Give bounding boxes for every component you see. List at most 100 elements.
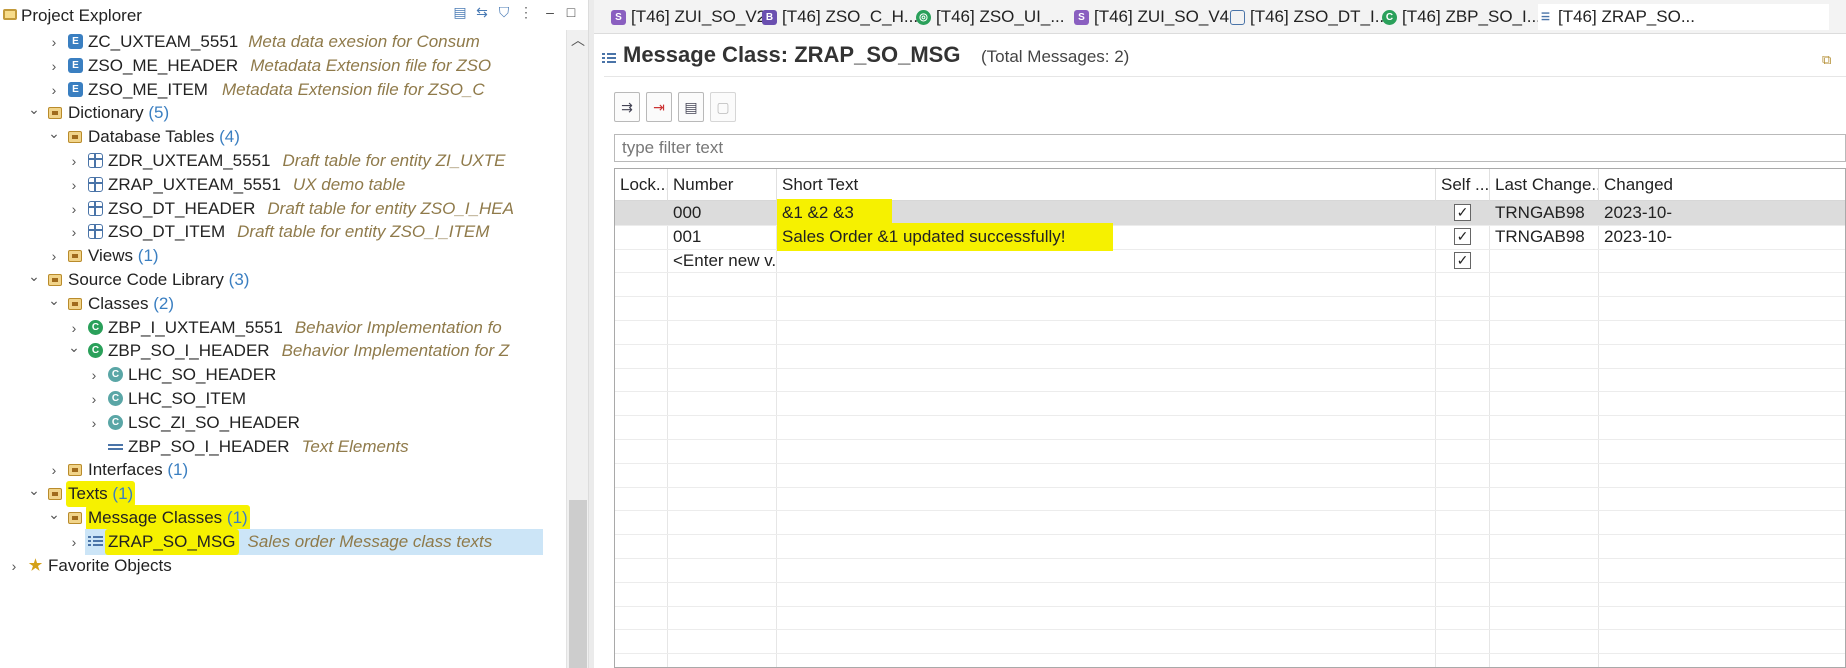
tree-item-interfaces[interactable]: › Interfaces (1) [0,457,566,483]
expand-chevron-icon[interactable]: › [66,148,82,174]
collapse-chevron-icon[interactable]: ⌄ [66,334,82,360]
project-explorer-title: Project Explorer [21,6,142,25]
collapse-chevron-icon[interactable]: ⌄ [46,287,62,313]
tree-item-classes[interactable]: ⌄ Classes (2) [0,291,566,317]
short-text-cell[interactable] [777,247,782,275]
expand-chevron-icon[interactable]: › [46,243,62,269]
filter-input[interactable] [614,134,1846,162]
column-header[interactable]: Last Change... [1490,169,1599,201]
last-changed-by-cell[interactable] [1490,247,1495,275]
metadata-extension-icon: E [68,82,83,97]
tree-item-text: Texts (1) [66,481,136,507]
tree-item-text: LHC_SO_ITEM [128,386,246,412]
editor-tab-4[interactable]: S [T46] ZUI_SO_V4 [1074,4,1229,30]
expand-chevron-icon[interactable]: › [86,362,102,388]
expand-chevron-icon[interactable]: › [66,219,82,245]
editor-tab-1[interactable]: S [T46] ZUI_SO_V2 [611,4,766,30]
lock-cell[interactable] [615,247,620,275]
tree-item-label: ZBP_SO_I_HEADER [128,437,290,456]
column-header[interactable]: Lock... [615,169,668,201]
tree-item-zso-me-header[interactable]: › E ZSO_ME_HEADER Metadata Extension file f… [0,53,566,79]
tree-item-text: Views (1) [88,243,159,269]
tree-item-database-tables[interactable]: ⌄ Database Tables (4) [0,124,566,150]
tree-item-zc-uxteam[interactable]: › E ZC_UXTEAM_5551 Meta data exesion for Co… [0,29,566,55]
expand-chevron-icon[interactable]: › [86,410,102,436]
self-explanatory-checkbox[interactable]: ✓ [1454,204,1471,221]
column-header[interactable]: Changed [1599,169,1845,201]
package-folder-icon [68,512,82,524]
long-text-button[interactable]: ▤ [678,92,704,122]
column-header[interactable]: Number [668,169,777,201]
tree-item-source-code-library[interactable]: ⌄ Source Code Library (3) [0,267,566,293]
tree-item-label: LSC_ZI_SO_HEADER [128,413,300,432]
delete-message-button[interactable]: ⇥ [646,92,672,122]
self-explanatory-checkbox[interactable]: ✓ [1454,252,1471,269]
tree-item-texts[interactable]: ⌄ Texts (1) [0,481,566,507]
expand-chevron-icon[interactable]: › [66,172,82,198]
tree-scrollbar[interactable]: ︿ [566,30,588,668]
short-text-cell[interactable]: Sales Order &1 updated successfully! [777,223,1114,251]
tree-item-zdr-uxteam[interactable]: › ZDR_UXTEAM_5551 Draft table for entity Z… [0,148,566,174]
star-icon: ★ [28,557,43,574]
column-header[interactable]: Self ... [1436,169,1490,201]
expand-chevron-icon[interactable]: › [46,457,62,483]
minimize-icon[interactable]: – [541,3,559,21]
collapse-chevron-icon[interactable]: ⌄ [26,263,42,289]
expand-chevron-icon[interactable]: › [86,386,102,412]
scrollbar-thumb[interactable] [569,500,587,668]
tree-item-favorite-objects[interactable]: › ★ Favorite Objects [0,553,566,579]
collapse-chevron-icon[interactable]: ⌄ [26,477,42,503]
class-icon: C [1382,10,1397,25]
tree-item-label: ZSO_ME_HEADER [88,56,239,75]
changed-on-cell[interactable] [1599,247,1604,275]
metadata-extension-icon: E [68,34,83,49]
tree-item-zrap-uxteam[interactable]: › ZRAP_UXTEAM_5551 UX demo table [0,172,566,198]
tree-item-zrap-so-msg[interactable]: › ZRAP_SO_MSG Sales order Message class te… [0,529,566,555]
tree-item-text: LSC_ZI_SO_HEADER [128,410,300,436]
collapse-chevron-icon[interactable]: ⌄ [46,120,62,146]
tree-item-zbp-so-i-header[interactable]: ⌄ C ZBP_SO_I_HEADER Behavior Implementation… [0,338,566,364]
tab-label: [T46] ZUI_SO_V2 [631,7,767,26]
collapse-chevron-icon[interactable]: ⌄ [46,501,62,527]
collapse-chevron-icon[interactable]: ⌄ [26,96,42,122]
tree-item-text: ZDR_UXTEAM_5551 [108,148,271,174]
last-changed-by-cell[interactable]: TRNGAB98 [1490,223,1585,251]
collapse-all-icon[interactable]: ▤ [451,3,469,21]
tree-item-lhc-so-header[interactable]: › C LHC_SO_HEADER [0,362,566,388]
expand-chevron-icon[interactable]: › [6,553,22,579]
tab-label: [T46] ZSO_C_H... [782,7,919,26]
tree-item-zso-dt-item[interactable]: › ZSO_DT_ITEM Draft table for entity ZSO_I… [0,219,566,245]
scroll-up-icon[interactable]: ︿ [567,30,588,50]
number-cell[interactable]: <Enter new v... [668,247,777,275]
tree-item-description: Sales order Message class texts [247,532,493,551]
tree-item-dictionary[interactable]: ⌄ Dictionary (5) [0,100,566,126]
service-binding-icon: S [611,10,626,25]
tree-item-label: Interfaces [88,460,163,479]
editor-title: Message Class: ZRAP_SO_MSG [623,42,961,67]
maximize-icon[interactable]: □ [562,3,580,21]
share-link-icon[interactable]: ⧉ [1822,52,1838,68]
expand-chevron-icon[interactable]: › [46,29,62,55]
editor-tab-5[interactable]: [T46] ZSO_DT_I... [1230,4,1389,30]
message-class-icon: ☰ [1541,12,1550,23]
row-divider [615,463,1845,464]
column-header[interactable]: Short Text [777,169,1436,201]
changed-on-cell[interactable]: 2023-10- [1599,223,1672,251]
tree-item-message-classes[interactable]: ⌄ Message Classes (1) [0,505,566,531]
link-with-editor-icon[interactable]: ⇆ [473,3,491,21]
where-used-button[interactable]: ▢ [710,92,736,122]
tree-item-views[interactable]: › Views (1) [0,243,566,269]
editor-tab-2[interactable]: B [T46] ZSO_C_H... [762,4,918,30]
editor-tab-3[interactable]: ◎ [T46] ZSO_UI_... [916,4,1066,30]
filter-icon[interactable]: ⛉ [495,3,513,21]
tree-item-lhc-so-item[interactable]: › C LHC_SO_ITEM [0,386,566,412]
add-message-button[interactable]: ⇉ [614,92,640,122]
self-explanatory-checkbox[interactable]: ✓ [1454,228,1471,245]
expand-chevron-icon[interactable]: › [46,53,62,79]
tree-item-lsc-zi-so-header[interactable]: › C LSC_ZI_SO_HEADER [0,410,566,436]
editor-tab-6[interactable]: C [T46] ZBP_SO_I... [1382,4,1541,30]
view-menu-icon[interactable]: ⋮ [517,3,535,21]
expand-chevron-icon[interactable]: › [66,529,82,555]
editor-tab-7[interactable]: ☰ [T46] ZRAP_SO... [1538,4,1829,30]
tree-item-text: LHC_SO_HEADER [128,362,276,388]
